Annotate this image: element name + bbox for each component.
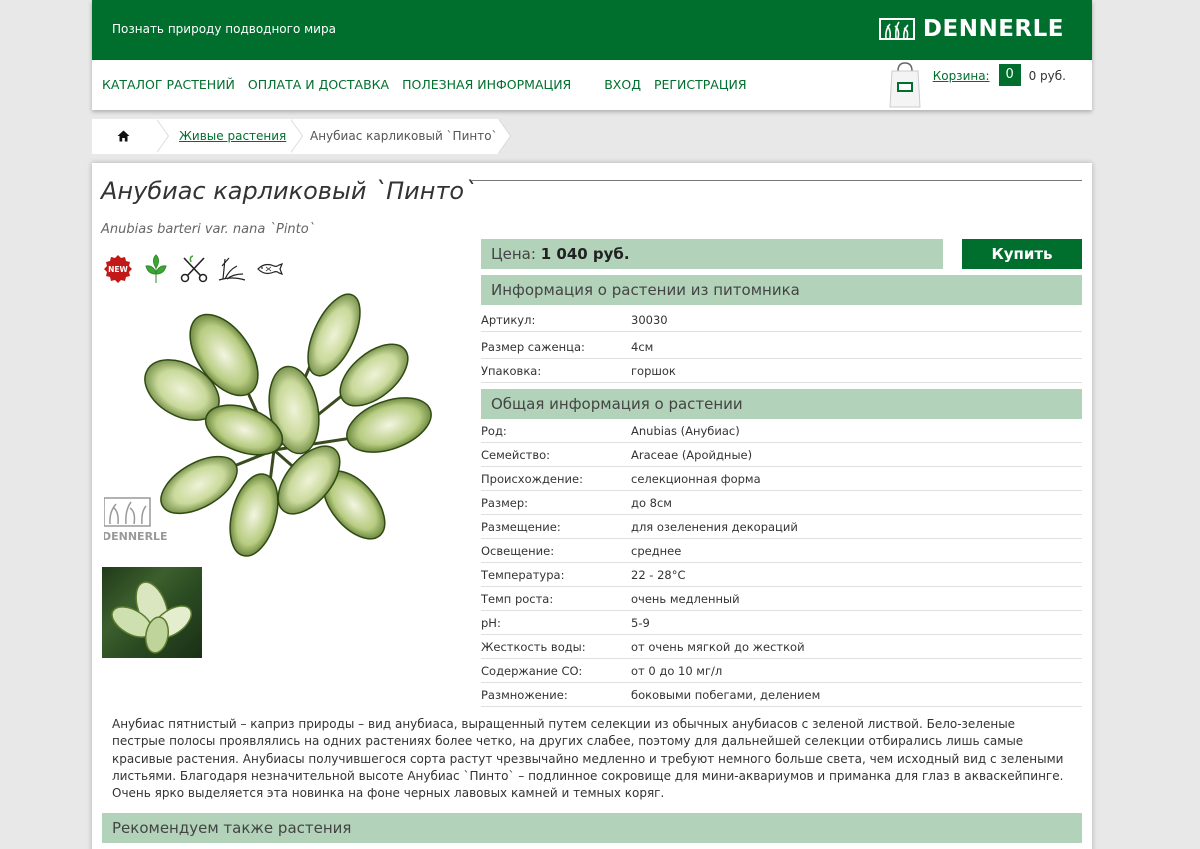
row-key: Температура:: [481, 568, 565, 582]
nav-useful-info[interactable]: ПОЛЕЗНАЯ ИНФОРМАЦИЯ: [402, 77, 571, 92]
nav-register[interactable]: РЕГИСТРАЦИЯ: [654, 77, 747, 92]
row-key: Содержание CO:: [481, 664, 583, 678]
row-value: 30030: [631, 313, 668, 327]
row-key: pH:: [481, 616, 501, 630]
price-value: 1 040 руб.: [540, 245, 630, 263]
row-value: от 0 до 10 мг/л: [631, 664, 723, 678]
main-nav: КАТАЛОГ РАСТЕНИЙ ОПЛАТА И ДОСТАВКА ПОЛЕЗ…: [92, 60, 1092, 110]
dennerle-logo[interactable]: DENNERLE: [878, 16, 1064, 42]
row-value: очень медленный: [631, 592, 740, 606]
buy-button[interactable]: Купить: [962, 239, 1082, 269]
price-bar: Цена: 1 040 руб.: [481, 239, 943, 269]
price-label: Цена:: [491, 245, 536, 263]
cart-link[interactable]: Корзина:: [933, 69, 990, 83]
row-value: среднее: [631, 544, 682, 558]
row-key: Род:: [481, 424, 507, 438]
table-row: Размер: до 8см: [481, 491, 1082, 515]
table-row: Размер саженца: 4см: [481, 335, 1082, 359]
row-key: Размер саженца:: [481, 340, 585, 354]
row-value: 5-9: [631, 616, 650, 630]
site-header: Познать природу подводного мира DENNERLE: [92, 0, 1092, 60]
row-key: Размножение:: [481, 688, 568, 702]
photo-watermark: DENNERLE: [102, 497, 168, 543]
row-key: Размер:: [481, 496, 529, 510]
breadcrumb-home[interactable]: [92, 119, 169, 154]
row-key: Размещение:: [481, 520, 561, 534]
row-value: от очень мягкой до жесткой: [631, 640, 805, 654]
nursery-info-header: Информация о растении из питомника: [481, 275, 1082, 305]
breadcrumb-current: Анубиас карликовый `Пинто`: [290, 119, 511, 154]
breadcrumb-category-link[interactable]: Живые растения: [179, 119, 286, 154]
row-value: 22 - 28°C: [631, 568, 686, 582]
product-description: Анубиас пятнистый – каприз природы – вид…: [112, 717, 1064, 801]
home-icon[interactable]: [117, 130, 130, 142]
nav-catalog[interactable]: КАТАЛОГ РАСТЕНИЙ: [102, 77, 235, 92]
row-key: Жесткость воды:: [481, 640, 586, 654]
recommend-header: Рекомендуем также растения: [102, 813, 1082, 843]
nursery-info-table: Артикул: 30030 Размер саженца: 4см Упаков…: [481, 308, 1082, 383]
table-row: pH: 5-9: [481, 611, 1082, 635]
new-badge-text: NEW: [108, 265, 128, 274]
row-value: Araceae (Аройдные): [631, 448, 753, 462]
nav-login[interactable]: ВХОД: [604, 77, 641, 92]
general-info-header: Общая информация о растении: [481, 389, 1082, 419]
row-value: для озеленения декораций: [631, 520, 798, 534]
nav-menu: КАТАЛОГ РАСТЕНИЙ ОПЛАТА И ДОСТАВКА ПОЛЕЗ…: [102, 77, 760, 92]
row-key: Семейство:: [481, 448, 551, 462]
title-divider: [472, 180, 1082, 181]
row-key: Артикул:: [481, 313, 536, 327]
table-row: Освещение: среднее: [481, 539, 1082, 563]
row-value: боковыми побегами, делением: [631, 688, 821, 702]
cart-widget[interactable]: Корзина: 0 0 руб.: [889, 62, 1066, 108]
table-row: Род: Anubias (Анубиас): [481, 419, 1082, 443]
table-row: Семейство: Araceae (Аройдные): [481, 443, 1082, 467]
table-row: Размещение: для озеленения декораций: [481, 515, 1082, 539]
table-row: Температура: 22 - 28°C: [481, 563, 1082, 587]
row-key: Освещение:: [481, 544, 555, 558]
row-value: селекционная форма: [631, 472, 761, 486]
table-row: Жесткость воды: от очень мягкой до жестко…: [481, 635, 1082, 659]
site-slogan: Познать природу подводного мира: [112, 22, 336, 36]
table-row: Упаковка: горшок: [481, 359, 1082, 383]
product-photo[interactable]: DENNERLE: [102, 280, 440, 560]
product-thumbnail[interactable]: [102, 567, 202, 658]
row-key: Темп роста:: [481, 592, 554, 606]
shopping-bag-icon[interactable]: [889, 62, 921, 108]
breadcrumb: Анубиас карликовый `Пинто` Живые растени…: [92, 119, 1092, 154]
general-info-table: Род: Anubias (Анубиас) Семейство: Araceae …: [481, 419, 1082, 707]
row-value: до 8см: [631, 496, 672, 510]
breadcrumb-current-label: Анубиас карликовый `Пинто`: [310, 129, 498, 143]
table-row: Происхождение: селекционная форма: [481, 467, 1082, 491]
cart-sum: 0 руб.: [1028, 69, 1066, 83]
table-row: Темп роста: очень медленный: [481, 587, 1082, 611]
row-value: горшок: [631, 364, 676, 378]
product-panel: Анубиас карликовый `Пинто` Anubias barte…: [92, 163, 1092, 849]
table-row: Артикул: 30030: [481, 308, 1082, 332]
logo-plants-icon: [878, 18, 915, 40]
table-row: Размножение: боковыми побегами, делением: [481, 683, 1082, 707]
table-row: Содержание CO: от 0 до 10 мг/л: [481, 659, 1082, 683]
logo-text: DENNERLE: [922, 16, 1064, 42]
product-latin-name: Anubias barteri var. nana `Pinto`: [101, 222, 316, 237]
cart-count-badge: 0: [998, 64, 1021, 86]
row-value: Anubias (Анубиас): [631, 424, 740, 438]
row-value: 4см: [631, 340, 654, 354]
breadcrumb-category[interactable]: Живые растения: [156, 119, 303, 154]
nav-payment-delivery[interactable]: ОПЛАТА И ДОСТАВКА: [248, 77, 389, 92]
row-key: Происхождение:: [481, 472, 583, 486]
photo-watermark-text: DENNERLE: [104, 530, 168, 543]
row-key: Упаковка:: [481, 364, 542, 378]
product-title: Анубиас карликовый `Пинто`: [101, 177, 477, 205]
